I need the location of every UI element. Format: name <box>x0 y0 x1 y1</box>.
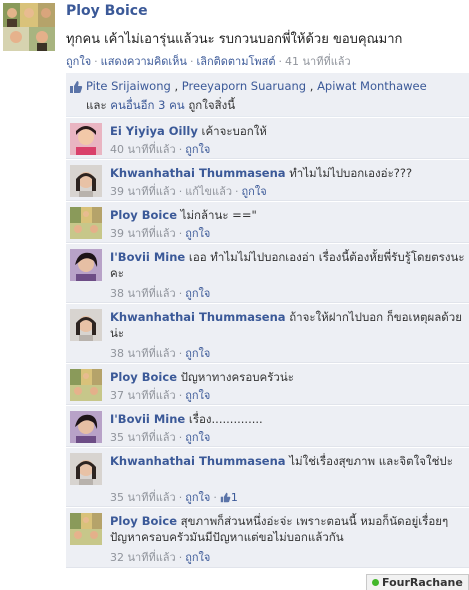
comment-like-link[interactable]: ถูกใจ <box>185 491 210 504</box>
comment-item: Ploy Boice ไม่กล้านะ ==" 39 นาทีที่แล้ว ·… <box>66 202 469 243</box>
commenter-avatar[interactable] <box>70 249 102 281</box>
comment-body: Ploy Boice ปัญหาทางครอบครัวน่ะ <box>110 369 466 385</box>
comment-body: I'Bovii Mine เออ ทำไมไม่ไปบอกเองอ่า เรื่… <box>110 249 466 281</box>
unfollow-post-link[interactable]: เลิกติดตามโพสต์ <box>196 55 275 68</box>
thumbs-up-icon <box>220 492 231 503</box>
comment-body: Ploy Boice สุขภาพก็ส่วนหนึ่งอ่ะจ่ะ เพราะ… <box>110 513 466 545</box>
commenter-avatar[interactable] <box>70 165 102 197</box>
comment-timestamp[interactable]: 39 นาทีที่แล้ว <box>110 185 176 198</box>
comment-item: Khwanhathai Thummasena ถ้าจะให้ฝากไปบอก … <box>66 304 469 363</box>
post-author-avatar[interactable] <box>3 3 55 51</box>
commenter-name[interactable]: Ei Yiyiya Oilly <box>110 124 198 138</box>
comment-timestamp[interactable]: 38 นาทีที่แล้ว <box>110 347 176 360</box>
post-text: ทุกคน เค้าไม่เอารุ่นแล้วนะ รบกวนบอกพี่ให… <box>66 32 403 47</box>
comment-timestamp[interactable]: 40 นาทีที่แล้ว <box>110 143 176 156</box>
comment-item: I'Bovii Mine เรื่อง.............. 35 นาท… <box>66 406 469 447</box>
comment-item: Ploy Boice ปัญหาทางครอบครัวน่ะ 37 นาทีที… <box>66 364 469 405</box>
comment-item: I'Bovii Mine เออ ทำไมไม่ไปบอกเองอ่า เรื่… <box>66 244 469 303</box>
commenter-name[interactable]: Ploy Boice <box>110 208 177 222</box>
comment-meta: 35 นาทีที่แล้ว · ถูกใจ · 1 <box>110 491 238 504</box>
commenter-avatar[interactable] <box>70 207 102 239</box>
comment-like-link[interactable]: ถูกใจ <box>185 347 210 360</box>
likes-and-text: และ <box>86 98 107 112</box>
comment-meta: 35 นาทีที่แล้ว · ถูกใจ <box>110 431 211 444</box>
liker-name[interactable]: Pite Srijaiwong <box>86 79 171 93</box>
comment-like-link[interactable]: ถูกใจ <box>242 185 267 198</box>
liker-name[interactable]: Preeyaporn Suaruang <box>182 79 306 93</box>
comment-like-link[interactable]: ถูกใจ <box>185 551 210 564</box>
commenter-avatar[interactable] <box>70 123 102 155</box>
comment-timestamp[interactable]: 35 นาทีที่แล้ว <box>110 431 176 444</box>
commenter-name[interactable]: Khwanhathai Thummasena <box>110 166 286 180</box>
comment-body: Khwanhathai Thummasena ทำไมไม่ไปบอกเองอ่… <box>110 165 466 181</box>
comment-like-link[interactable]: ถูกใจ <box>185 227 210 240</box>
likers-others-line: และ คนอื่นอีก 3 คน ถูกใจสิ่งนี้ <box>86 97 235 115</box>
commenter-name[interactable]: Ploy Boice <box>110 370 177 384</box>
commenter-name[interactable]: Ploy Boice <box>110 514 177 528</box>
comment-body: Ploy Boice ไม่กล้านะ ==" <box>110 207 466 223</box>
comment-timestamp[interactable]: 37 นาทีที่แล้ว <box>110 389 176 402</box>
comment-text: ไม่กล้านะ ==" <box>180 208 257 222</box>
thumbs-up-icon <box>69 80 83 94</box>
post-author-name[interactable]: Ploy Boice <box>66 3 148 19</box>
comment-item: Ei Yiyiya Oilly เค้าจะบอกให้ 40 นาทีที่แ… <box>66 118 469 159</box>
commenter-avatar[interactable] <box>70 309 102 341</box>
others-liked-link[interactable]: คนอื่นอีก 3 คน <box>110 98 184 112</box>
chat-tab[interactable]: FourRachane <box>366 574 469 590</box>
online-status-icon <box>372 579 379 586</box>
likers-line: Pite Srijaiwong , Preeyaporn Suaruang , … <box>86 79 427 93</box>
comment-text: ไม่ใช่เรื่องสุขภาพ และจิตใจใช่ปะ <box>289 454 453 468</box>
likes-summary: Pite Srijaiwong , Preeyaporn Suaruang , … <box>66 73 469 117</box>
comment-meta: 39 นาทีที่แล้ว · แก้ไขแล้ว · ถูกใจ <box>110 185 267 198</box>
comment-meta: 39 นาทีที่แล้ว · ถูกใจ <box>110 227 211 240</box>
commenter-avatar[interactable] <box>70 369 102 401</box>
commenter-avatar[interactable] <box>70 513 102 545</box>
chat-contact-name: FourRachane <box>382 576 463 589</box>
comment-meta: 38 นาทีที่แล้ว · ถูกใจ <box>110 287 211 300</box>
comment-body: I'Bovii Mine เรื่อง.............. <box>110 411 466 427</box>
comment-meta: 40 นาทีที่แล้ว · ถูกใจ <box>110 143 211 156</box>
likes-suffix: ถูกใจสิ่งนี้ <box>188 98 236 112</box>
comment-meta: 32 นาทีที่แล้ว · ถูกใจ <box>110 551 211 564</box>
comment-like-link[interactable]: ถูกใจ <box>185 287 210 300</box>
like-post-link[interactable]: ถูกใจ <box>66 55 91 68</box>
comment-body: Khwanhathai Thummasena ไม่ใช่เรื่องสุขภา… <box>110 453 466 469</box>
comment-item: Khwanhathai Thummasena ทำไมไม่ไปบอกเองอ่… <box>66 160 469 201</box>
comment-like-link[interactable]: ถูกใจ <box>185 431 210 444</box>
post-timestamp[interactable]: 41 นาทีที่แล้ว <box>285 55 351 68</box>
comment-meta: 38 นาทีที่แล้ว · ถูกใจ <box>110 347 211 360</box>
feedback-area: Pite Srijaiwong , Preeyaporn Suaruang , … <box>66 72 469 590</box>
commenter-avatar[interactable] <box>70 411 102 443</box>
comment-meta: 37 นาทีที่แล้ว · ถูกใจ <box>110 389 211 402</box>
commenter-name[interactable]: Khwanhathai Thummasena <box>110 454 286 468</box>
comment-like-link[interactable]: ถูกใจ <box>185 389 210 402</box>
post-header: Ploy Boice ทุกคน เค้าไม่เอารุ่นแล้วนะ รบ… <box>0 0 469 72</box>
comment-text: ทำไมไม่ไปบอกเองอ่ะ??? <box>289 166 413 180</box>
liker-name[interactable]: Apiwat Monthawee <box>317 79 427 93</box>
comment-link[interactable]: แสดงความคิดเห็น <box>101 55 187 68</box>
comment-body: Khwanhathai Thummasena ถ้าจะให้ฝากไปบอก … <box>110 309 466 341</box>
comment-edited-label[interactable]: แก้ไขแล้ว <box>185 185 232 198</box>
comment-text: เค้าจะบอกให้ <box>201 124 267 138</box>
comment-like-link[interactable]: ถูกใจ <box>185 143 210 156</box>
comment-text: เรื่อง.............. <box>188 412 263 426</box>
comment-body: Ei Yiyiya Oilly เค้าจะบอกให้ <box>110 123 466 139</box>
comment-timestamp[interactable]: 38 นาทีที่แล้ว <box>110 287 176 300</box>
comment-item: Ploy Boice สุขภาพก็ส่วนหนึ่งอ่ะจ่ะ เพราะ… <box>66 508 469 568</box>
comment-timestamp[interactable]: 35 นาทีที่แล้ว <box>110 491 176 504</box>
comment-timestamp[interactable]: 32 นาทีที่แล้ว <box>110 551 176 564</box>
commenter-name[interactable]: I'Bovii Mine <box>110 250 185 264</box>
commenter-name[interactable]: Khwanhathai Thummasena <box>110 310 286 324</box>
comment-text: ปัญหาทางครอบครัวน่ะ <box>180 370 294 384</box>
comment-timestamp[interactable]: 39 นาทีที่แล้ว <box>110 227 176 240</box>
comment-like-count[interactable]: 1 <box>220 491 238 504</box>
post-actions: ถูกใจ · แสดงความคิดเห็น · เลิกติดตามโพสต์ · 41… <box>66 55 351 68</box>
commenter-name[interactable]: I'Bovii Mine <box>110 412 185 426</box>
commenter-avatar[interactable] <box>70 453 102 485</box>
comment-item: Khwanhathai Thummasena ไม่ใช่เรื่องสุขภา… <box>66 448 469 507</box>
like-count-value: 1 <box>230 491 238 504</box>
